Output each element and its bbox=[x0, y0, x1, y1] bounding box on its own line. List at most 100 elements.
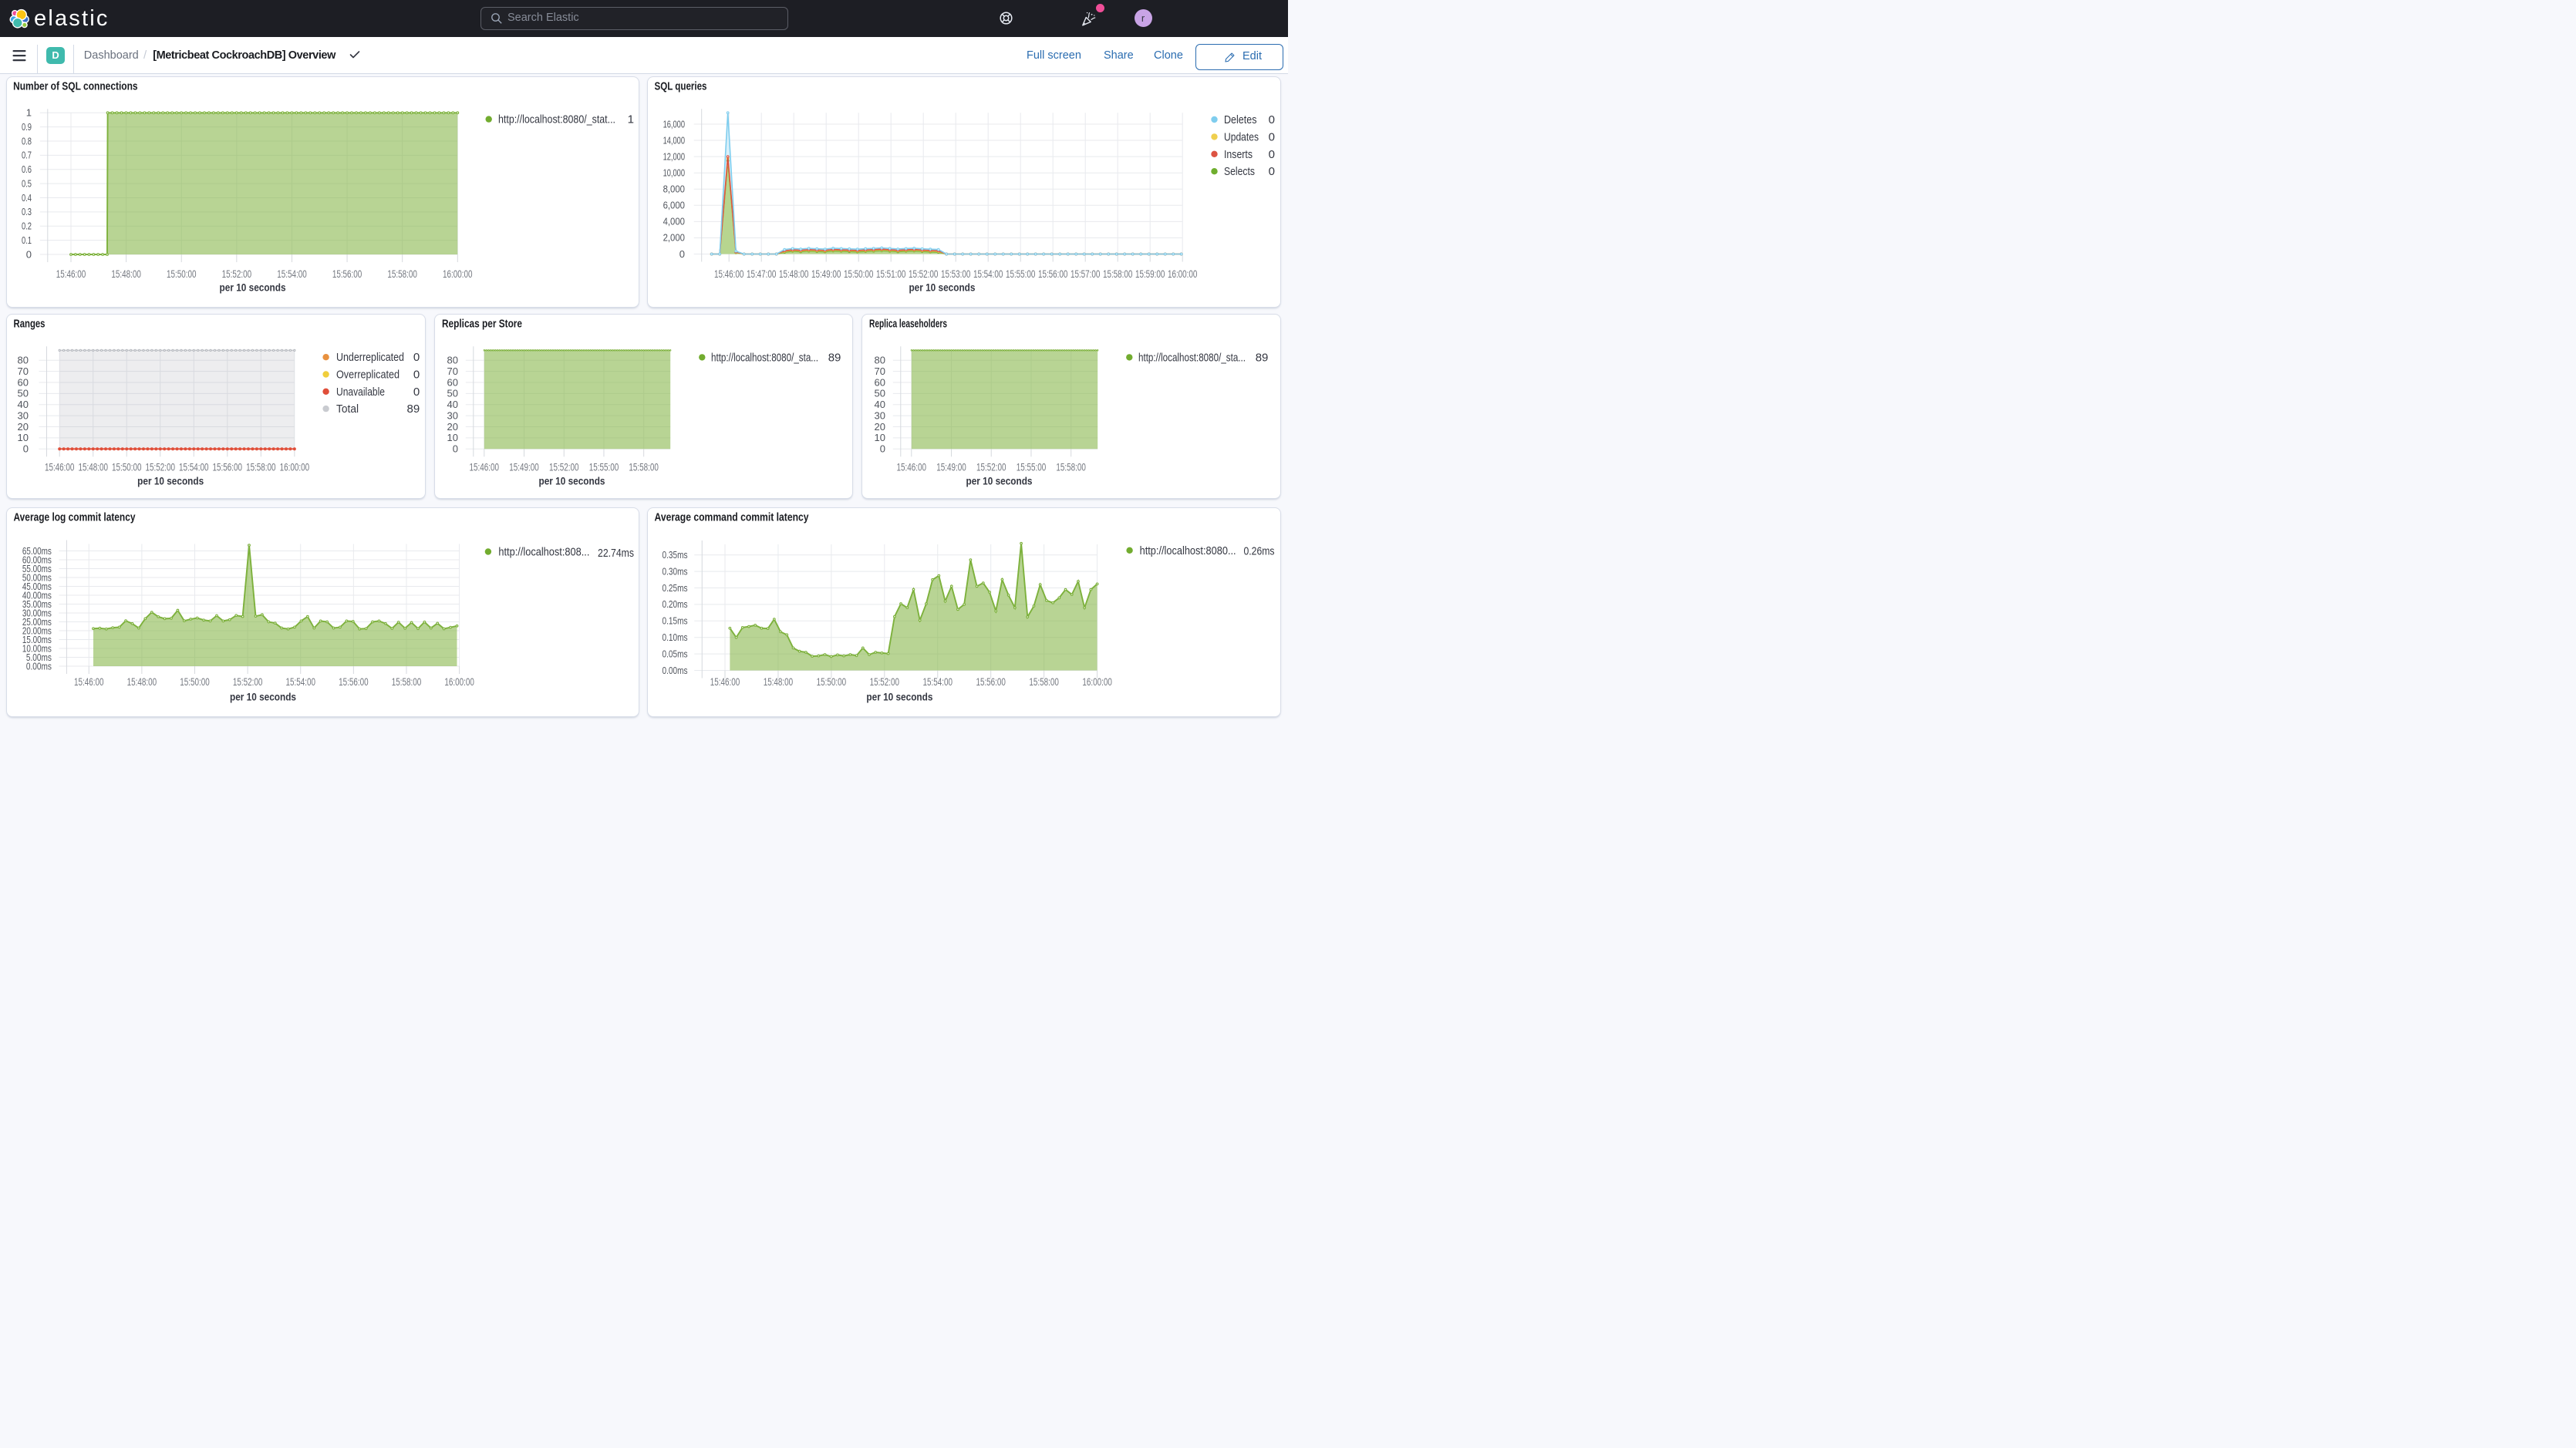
svg-text:30: 30 bbox=[447, 409, 458, 421]
svg-text:15:49:00: 15:49:00 bbox=[509, 462, 539, 473]
svg-text:15:50:00: 15:50:00 bbox=[844, 268, 874, 280]
svg-text:per 10 seconds: per 10 seconds bbox=[539, 476, 605, 487]
svg-text:0: 0 bbox=[679, 248, 685, 260]
svg-text:15:54:00: 15:54:00 bbox=[973, 268, 1003, 280]
svg-text:15:50:00: 15:50:00 bbox=[180, 676, 210, 688]
svg-text:89: 89 bbox=[407, 402, 420, 416]
svg-text:0.35ms: 0.35ms bbox=[663, 549, 688, 561]
svg-text:15:58:00: 15:58:00 bbox=[1029, 676, 1059, 688]
svg-text:Number of SQL connections: Number of SQL connections bbox=[13, 80, 138, 93]
svg-text:40: 40 bbox=[875, 399, 885, 410]
svg-text:http://localhost:8080/_stat...: http://localhost:8080/_stat... bbox=[498, 113, 615, 126]
svg-text:Updates: Updates bbox=[1224, 130, 1259, 143]
svg-text:Unavailable: Unavailable bbox=[336, 386, 385, 399]
svg-text:50: 50 bbox=[875, 388, 885, 399]
svg-text:15:54:00: 15:54:00 bbox=[179, 462, 209, 473]
svg-text:15:54:00: 15:54:00 bbox=[923, 676, 953, 688]
svg-text:per 10 seconds: per 10 seconds bbox=[220, 282, 286, 294]
svg-text:30: 30 bbox=[18, 409, 29, 421]
svg-text:65.00ms: 65.00ms bbox=[22, 545, 52, 557]
svg-text:10,000: 10,000 bbox=[663, 167, 685, 178]
svg-text:15:56:00: 15:56:00 bbox=[339, 676, 369, 688]
svg-text:22.74ms: 22.74ms bbox=[598, 547, 634, 560]
svg-text:15:46:00: 15:46:00 bbox=[45, 462, 75, 473]
svg-text:89: 89 bbox=[828, 351, 841, 364]
svg-text:15:50:00: 15:50:00 bbox=[817, 676, 847, 688]
svg-text:per 10 seconds: per 10 seconds bbox=[230, 692, 296, 703]
svg-text:89: 89 bbox=[1256, 351, 1269, 364]
svg-text:15:48:00: 15:48:00 bbox=[779, 268, 808, 280]
svg-text:14,000: 14,000 bbox=[663, 134, 685, 146]
svg-text:16:00:00: 16:00:00 bbox=[1082, 676, 1112, 688]
svg-text:15:59:00: 15:59:00 bbox=[1135, 268, 1165, 280]
svg-text:15:52:00: 15:52:00 bbox=[233, 676, 263, 688]
svg-text:15:58:00: 15:58:00 bbox=[246, 462, 276, 473]
svg-text:Average log commit latency: Average log commit latency bbox=[14, 511, 137, 524]
svg-text:15:58:00: 15:58:00 bbox=[629, 462, 659, 473]
svg-text:15:54:00: 15:54:00 bbox=[277, 268, 307, 280]
svg-text:20: 20 bbox=[447, 421, 458, 433]
svg-text:0.3: 0.3 bbox=[22, 206, 32, 217]
svg-text:0.15ms: 0.15ms bbox=[663, 615, 688, 627]
svg-text:15:58:00: 15:58:00 bbox=[1056, 462, 1086, 473]
svg-text:15:48:00: 15:48:00 bbox=[127, 676, 157, 688]
svg-text:15:58:00: 15:58:00 bbox=[392, 676, 422, 688]
svg-text:15:49:00: 15:49:00 bbox=[811, 268, 841, 280]
svg-text:10: 10 bbox=[447, 432, 458, 443]
svg-text:per 10 seconds: per 10 seconds bbox=[909, 282, 975, 294]
svg-text:15:58:00: 15:58:00 bbox=[1103, 268, 1133, 280]
svg-text:0: 0 bbox=[26, 248, 32, 260]
svg-text:0.9: 0.9 bbox=[22, 121, 32, 133]
svg-text:Selects: Selects bbox=[1224, 165, 1255, 178]
svg-text:0: 0 bbox=[1269, 165, 1275, 178]
svg-text:50: 50 bbox=[18, 388, 29, 399]
svg-text:15:50:00: 15:50:00 bbox=[167, 268, 197, 280]
svg-text:15:46:00: 15:46:00 bbox=[714, 268, 744, 280]
svg-text:Replica leaseholders: Replica leaseholders bbox=[869, 318, 947, 331]
svg-text:15:46:00: 15:46:00 bbox=[56, 268, 86, 280]
svg-text:0.6: 0.6 bbox=[22, 163, 32, 175]
svg-text:SQL queries: SQL queries bbox=[655, 80, 707, 93]
svg-text:1: 1 bbox=[26, 107, 32, 119]
svg-text:80: 80 bbox=[18, 355, 29, 366]
svg-text:0: 0 bbox=[453, 443, 458, 455]
svg-text:0: 0 bbox=[1269, 130, 1275, 143]
svg-text:4,000: 4,000 bbox=[663, 216, 685, 227]
svg-text:0: 0 bbox=[1269, 113, 1275, 126]
svg-text:Ranges: Ranges bbox=[14, 318, 46, 331]
svg-text:0: 0 bbox=[1269, 148, 1275, 161]
svg-text:15:48:00: 15:48:00 bbox=[764, 676, 793, 688]
svg-text:0.25ms: 0.25ms bbox=[663, 582, 688, 594]
svg-text:0.7: 0.7 bbox=[22, 150, 32, 161]
svg-text:15:56:00: 15:56:00 bbox=[1038, 268, 1068, 280]
svg-text:15:50:00: 15:50:00 bbox=[112, 462, 142, 473]
svg-text:60: 60 bbox=[875, 376, 885, 388]
svg-text:0: 0 bbox=[413, 386, 420, 399]
svg-text:20: 20 bbox=[18, 421, 29, 433]
svg-text:30: 30 bbox=[875, 409, 885, 421]
svg-text:15:58:00: 15:58:00 bbox=[387, 268, 417, 280]
svg-text:15:55:00: 15:55:00 bbox=[1017, 462, 1047, 473]
svg-text:0.05ms: 0.05ms bbox=[663, 648, 688, 659]
svg-text:60: 60 bbox=[447, 376, 458, 388]
svg-text:10: 10 bbox=[18, 432, 29, 443]
svg-text:http://localhost:808...: http://localhost:808... bbox=[498, 546, 589, 559]
svg-text:10: 10 bbox=[875, 432, 885, 443]
svg-text:16:00:00: 16:00:00 bbox=[443, 268, 473, 280]
svg-text:http://localhost:8080...: http://localhost:8080... bbox=[1140, 544, 1236, 557]
svg-text:Deletes: Deletes bbox=[1224, 113, 1257, 126]
svg-text:2,000: 2,000 bbox=[663, 232, 685, 244]
svg-text:16:00:00: 16:00:00 bbox=[1168, 268, 1198, 280]
svg-text:15:49:00: 15:49:00 bbox=[936, 462, 966, 473]
svg-text:16,000: 16,000 bbox=[663, 118, 685, 130]
svg-text:15:46:00: 15:46:00 bbox=[897, 462, 927, 473]
svg-text:0.2: 0.2 bbox=[22, 221, 32, 232]
svg-text:0: 0 bbox=[413, 351, 420, 364]
svg-text:15:52:00: 15:52:00 bbox=[222, 268, 252, 280]
svg-text:80: 80 bbox=[875, 355, 885, 366]
svg-text:15:56:00: 15:56:00 bbox=[976, 676, 1006, 688]
svg-text:15:52:00: 15:52:00 bbox=[549, 462, 579, 473]
svg-text:16:00:00: 16:00:00 bbox=[444, 676, 474, 688]
svg-text:Total: Total bbox=[336, 402, 359, 416]
svg-text:Average command commit latency: Average command commit latency bbox=[655, 511, 810, 524]
